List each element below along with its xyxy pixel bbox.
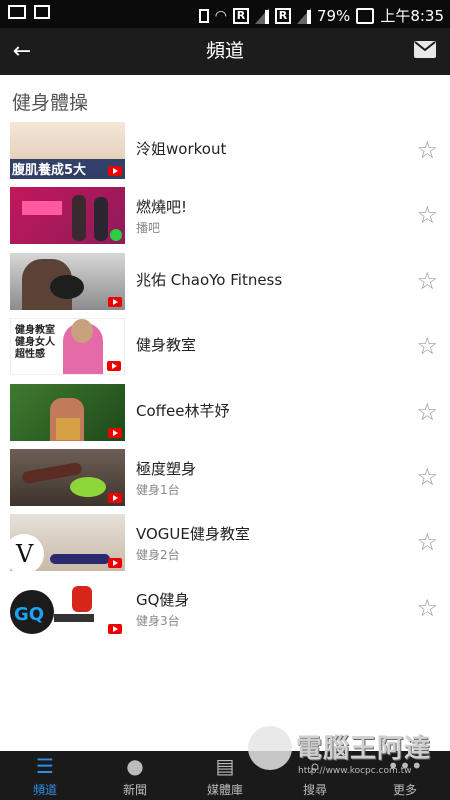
clock: 上午8:35 — [380, 7, 444, 25]
channel-row[interactable]: GQ GQ健身 健身3台 ☆ — [0, 576, 450, 641]
star-icon[interactable]: ☆ — [416, 136, 438, 164]
youtube-icon — [108, 558, 122, 569]
channel-name: 極度塑身 — [136, 459, 197, 478]
channel-row[interactable]: Coffee林芊妤 ☆ — [0, 380, 450, 445]
gmail-icon — [8, 5, 26, 19]
tab-label: 搜尋 — [302, 783, 327, 797]
watermark-text: 電腦王阿達 — [296, 734, 432, 764]
signal1-icon — [254, 7, 269, 24]
watermark-url: http://www.kocpc.com.tw — [298, 766, 412, 776]
star-icon[interactable]: ☆ — [416, 528, 438, 556]
vibrate-icon — [198, 8, 209, 23]
page-title: 頻道 — [205, 40, 244, 62]
thumbnail-caption: V — [16, 540, 34, 569]
arrow-back-icon[interactable]: ← — [8, 38, 36, 66]
gallery-icon — [34, 5, 50, 19]
star-icon[interactable]: ☆ — [416, 463, 438, 491]
youtube-icon — [108, 427, 122, 438]
channel-row[interactable]: 燃燒吧! 播吧 ☆ — [0, 183, 450, 248]
channel-subtitle: 健身1台 — [136, 482, 180, 497]
channel-row[interactable]: 腹肌養成5大 泠姐workout ☆ — [0, 118, 450, 183]
tab-label: 頻道 — [32, 783, 57, 797]
app-bar: 頻道 ← — [0, 28, 450, 75]
globe-icon: ● — [126, 754, 144, 778]
thumbnail-caption: 健身教室 健身女人 超性感 — [15, 325, 55, 361]
channel-name: 燃燒吧! — [136, 198, 188, 217]
channel-thumbnail — [10, 187, 125, 245]
youtube-icon — [108, 492, 122, 503]
sim1-roaming-icon: R — [232, 7, 249, 24]
mail-icon[interactable] — [414, 41, 436, 58]
star-icon[interactable]: ☆ — [416, 201, 438, 229]
battery-icon — [356, 7, 375, 24]
channel-thumbnail: 健身教室 健身女人 超性感 — [10, 318, 125, 376]
channel-thumbnail — [10, 252, 125, 310]
watermark-logo — [248, 726, 292, 770]
status-bar: ◠ R R 79% 上午8:35 — [0, 0, 450, 28]
channel-row[interactable]: 極度塑身 健身1台 ☆ — [0, 445, 450, 510]
channel-thumbnail — [10, 448, 125, 506]
signal2-icon — [296, 7, 311, 24]
channel-list: 腹肌養成5大 泠姐workout ☆ 燃燒吧! 播吧 ☆ 兆佑 ChaoYo F… — [0, 118, 450, 641]
list-icon: ☰ — [36, 754, 54, 778]
channel-row[interactable]: 兆佑 ChaoYo Fitness ☆ — [0, 249, 450, 314]
star-icon[interactable]: ☆ — [416, 267, 438, 295]
tab-channels[interactable]: ☰ 頻道 — [0, 751, 90, 800]
tab-label: 媒體庫 — [206, 783, 243, 797]
channel-subtitle: 健身2台 — [136, 548, 180, 563]
channel-subtitle: 健身3台 — [136, 613, 180, 628]
tab-label: 新聞 — [122, 783, 147, 797]
battery-percent: 79% — [316, 6, 351, 25]
channel-row[interactable]: V VOGUE健身教室 健身2台 ☆ — [0, 510, 450, 575]
tab-label: 更多 — [392, 783, 417, 797]
watermark: 電腦王阿達 http://www.kocpc.com.tw — [248, 724, 448, 780]
channel-name: 健身教室 — [136, 336, 197, 355]
star-icon[interactable]: ☆ — [416, 332, 438, 360]
channel-thumbnail: GQ — [10, 579, 125, 637]
star-icon[interactable]: ☆ — [416, 594, 438, 622]
channel-subtitle: 播吧 — [136, 221, 161, 236]
thumbnail-caption: 腹肌養成5大 — [12, 163, 87, 178]
channel-name: Coffee林芊妤 — [136, 401, 230, 420]
youtube-icon — [108, 166, 122, 176]
star-icon[interactable]: ☆ — [416, 398, 438, 426]
channel-name: 泠姐workout — [136, 140, 227, 158]
section-title: 健身體操 — [12, 92, 89, 114]
channel-thumbnail: 腹肌養成5大 — [10, 122, 125, 179]
channel-row[interactable]: 健身教室 健身女人 超性感 健身教室 ☆ — [0, 314, 450, 379]
channel-thumbnail — [10, 383, 125, 441]
youtube-icon — [108, 296, 122, 307]
sim2-roaming-icon: R — [274, 7, 291, 24]
channel-thumbnail: V — [10, 514, 125, 572]
channel-name: GQ健身 — [136, 590, 190, 609]
youtube-icon — [107, 361, 121, 372]
thumbnail-caption: GQ — [14, 603, 45, 625]
share-icon — [110, 229, 122, 242]
channel-name: 兆佑 ChaoYo Fitness — [136, 270, 283, 289]
tab-news[interactable]: ● 新聞 — [90, 751, 180, 800]
channel-name: VOGUE健身教室 — [136, 525, 250, 544]
youtube-icon — [108, 623, 122, 634]
wifi-icon: ◠ — [214, 7, 227, 24]
